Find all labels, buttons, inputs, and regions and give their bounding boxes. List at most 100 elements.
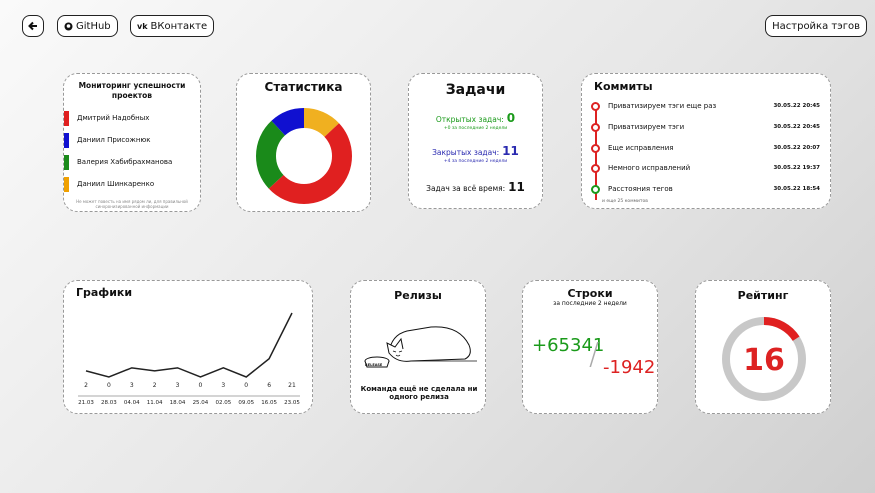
graphs-title: Графики — [76, 286, 133, 299]
closed-tasks-label: Закрытых задач: — [432, 148, 500, 157]
rating-value: 16 — [743, 343, 785, 378]
monitoring-card[interactable]: Мониторинг успешности проектов Дмитрий Н… — [63, 73, 201, 212]
commits-more[interactable]: и еще 25 коммитов — [602, 199, 648, 204]
member-item[interactable]: Валерия Хабибрахманова — [64, 151, 200, 173]
member-name: Дмитрий Надобных — [77, 114, 150, 122]
back-button[interactable] — [22, 15, 44, 37]
commit-date: 30.05.22 20:07 — [773, 145, 820, 151]
data-label: 0 — [244, 382, 248, 389]
x-tick-label: 21.03 — [78, 400, 94, 406]
bowl-label: RELEASE — [365, 363, 383, 367]
commits-card[interactable]: Коммиты Приватизируем тэги еще раз 30.05.… — [581, 73, 831, 209]
member-color-bar — [64, 132, 69, 148]
sleeping-cat-icon — [364, 326, 477, 368]
all-tasks-value: 11 — [508, 180, 525, 194]
member-item[interactable]: Даниил Присожнюк — [64, 129, 200, 151]
commit-item[interactable]: Расстояния тегов 30.05.22 18:54 — [582, 182, 830, 196]
graphs-card[interactable]: Графики 2 21.03 0 28.03 3 04.04 2 11.04 3 18.04 0 2… — [63, 280, 313, 414]
commit-dot-icon — [591, 143, 600, 153]
lines-divider: / — [589, 337, 600, 372]
commit-item[interactable]: Еще исправления 30.05.22 20:07 — [582, 141, 830, 155]
x-tick-label: 28.03 — [101, 400, 117, 406]
open-tasks-value: 0 — [506, 111, 516, 125]
releases-card[interactable]: Релизы RELEASE Команда ещё не сделала ни… — [350, 280, 486, 414]
tasks-title: Задачи — [445, 82, 506, 98]
github-icon — [64, 22, 73, 30]
all-tasks-label: Задач за всё время: — [426, 184, 506, 193]
data-label: 2 — [84, 382, 88, 389]
lines-title: Строки — [567, 287, 613, 300]
data-label: 0 — [199, 382, 203, 389]
commit-message: Приватизируем тэги еще раз — [608, 102, 717, 110]
rating-card[interactable]: Рейтинг 16 — [695, 280, 831, 414]
lines-subtitle: за последние 2 недели — [553, 300, 627, 307]
member-color-bar — [64, 110, 69, 126]
github-button[interactable]: GitHub — [57, 15, 118, 37]
vk-label: ВКонтакте — [150, 20, 208, 32]
github-label: GitHub — [76, 20, 111, 32]
member-list: Дмитрий Надобных Даниил Присожнюк Валери… — [64, 107, 200, 195]
x-tick-label: 11.04 — [147, 400, 163, 406]
commit-dot-icon — [591, 163, 600, 173]
rating-title: Рейтинг — [737, 289, 789, 302]
data-label: 3 — [221, 382, 225, 389]
x-tick-label: 04.04 — [124, 400, 140, 406]
lines-card[interactable]: Строки за последние 2 недели +65341 / -1… — [522, 280, 658, 414]
open-tasks-label: Открытых задач: — [435, 115, 504, 124]
monitoring-footer: Не может повесть на имя рядом ли, для пр… — [76, 199, 188, 209]
commit-message: Расстояния тегов — [608, 185, 673, 193]
commit-item[interactable]: Приватизируем тэги еще раз 30.05.22 20:45 — [582, 99, 830, 113]
commit-dot-icon — [591, 101, 600, 111]
releases-message: Команда ещё не сделала ни одного релиза — [360, 385, 478, 401]
data-label: 3 — [176, 382, 180, 389]
tags-settings-label: Настройка тэгов — [772, 20, 860, 32]
vk-button[interactable]: vk ВКонтакте — [130, 15, 215, 37]
data-label: 6 — [267, 382, 271, 389]
member-name: Даниил Присожнюк — [77, 136, 151, 144]
arrow-left-icon — [28, 21, 37, 31]
member-color-bar — [64, 154, 69, 170]
commits-title: Коммиты — [594, 80, 653, 93]
member-name: Даниил Шинкаренко — [77, 180, 155, 188]
x-tick-label: 25.04 — [193, 400, 209, 406]
x-tick-label: 16.05 — [261, 400, 277, 406]
commit-date: 30.05.22 18:54 — [773, 186, 820, 192]
tags-settings-button[interactable]: Настройка тэгов — [765, 15, 867, 37]
tasks-card[interactable]: Задачи Открытых задач: 0 +0 за последние … — [408, 73, 543, 209]
data-label: 0 — [107, 382, 111, 389]
member-item[interactable]: Даниил Шинкаренко — [64, 173, 200, 195]
donut-chart — [256, 108, 352, 204]
open-tasks: Открытых задач: 0 — [409, 111, 542, 125]
member-name: Валерия Хабибрахманова — [77, 158, 173, 166]
x-tick-label: 09.05 — [238, 400, 254, 406]
x-tick-label: 23.05 — [284, 400, 300, 406]
closed-tasks: Закрытых задач: 11 — [409, 144, 542, 158]
commit-dot-icon — [591, 184, 600, 194]
commit-message: Немного исправлений — [608, 164, 691, 172]
series-line — [85, 312, 293, 378]
open-tasks-sub: +0 за последние 2 недели — [443, 126, 508, 131]
x-tick-label: 02.05 — [215, 400, 231, 406]
commit-item[interactable]: Приватизируем тэги 30.05.22 20:45 — [582, 120, 830, 134]
member-color-bar — [64, 176, 69, 192]
commit-item[interactable]: Немного исправлений 30.05.22 19:37 — [582, 161, 830, 175]
closed-tasks-sub: +4 за последние 2 недели — [443, 159, 508, 164]
data-label: 3 — [130, 382, 134, 389]
vk-icon: vk — [137, 21, 148, 31]
all-tasks: Задач за всё время: 11 — [409, 180, 542, 194]
member-item[interactable]: Дмитрий Надобных — [64, 107, 200, 129]
line-chart: 2 21.03 0 28.03 3 04.04 2 11.04 3 18.04 0 25.04 3 02.… — [78, 312, 300, 406]
statistics-title: Статистика — [264, 80, 343, 94]
commit-dot-icon — [591, 122, 600, 132]
data-label: 21 — [288, 382, 296, 389]
closed-tasks-value: 11 — [502, 144, 519, 158]
top-bar: GitHub vk ВКонтакте Настройка тэгов — [0, 0, 875, 48]
data-label: 2 — [153, 382, 157, 389]
monitoring-title: Мониторинг успешности проектов — [78, 81, 186, 100]
releases-title: Релизы — [394, 289, 442, 302]
commit-date: 30.05.22 20:45 — [773, 124, 820, 130]
commit-message: Приватизируем тэги — [608, 123, 685, 131]
commit-message: Еще исправления — [608, 144, 674, 152]
lines-removed: -1942 — [603, 357, 656, 378]
statistics-card[interactable]: Статистика — [236, 73, 371, 212]
